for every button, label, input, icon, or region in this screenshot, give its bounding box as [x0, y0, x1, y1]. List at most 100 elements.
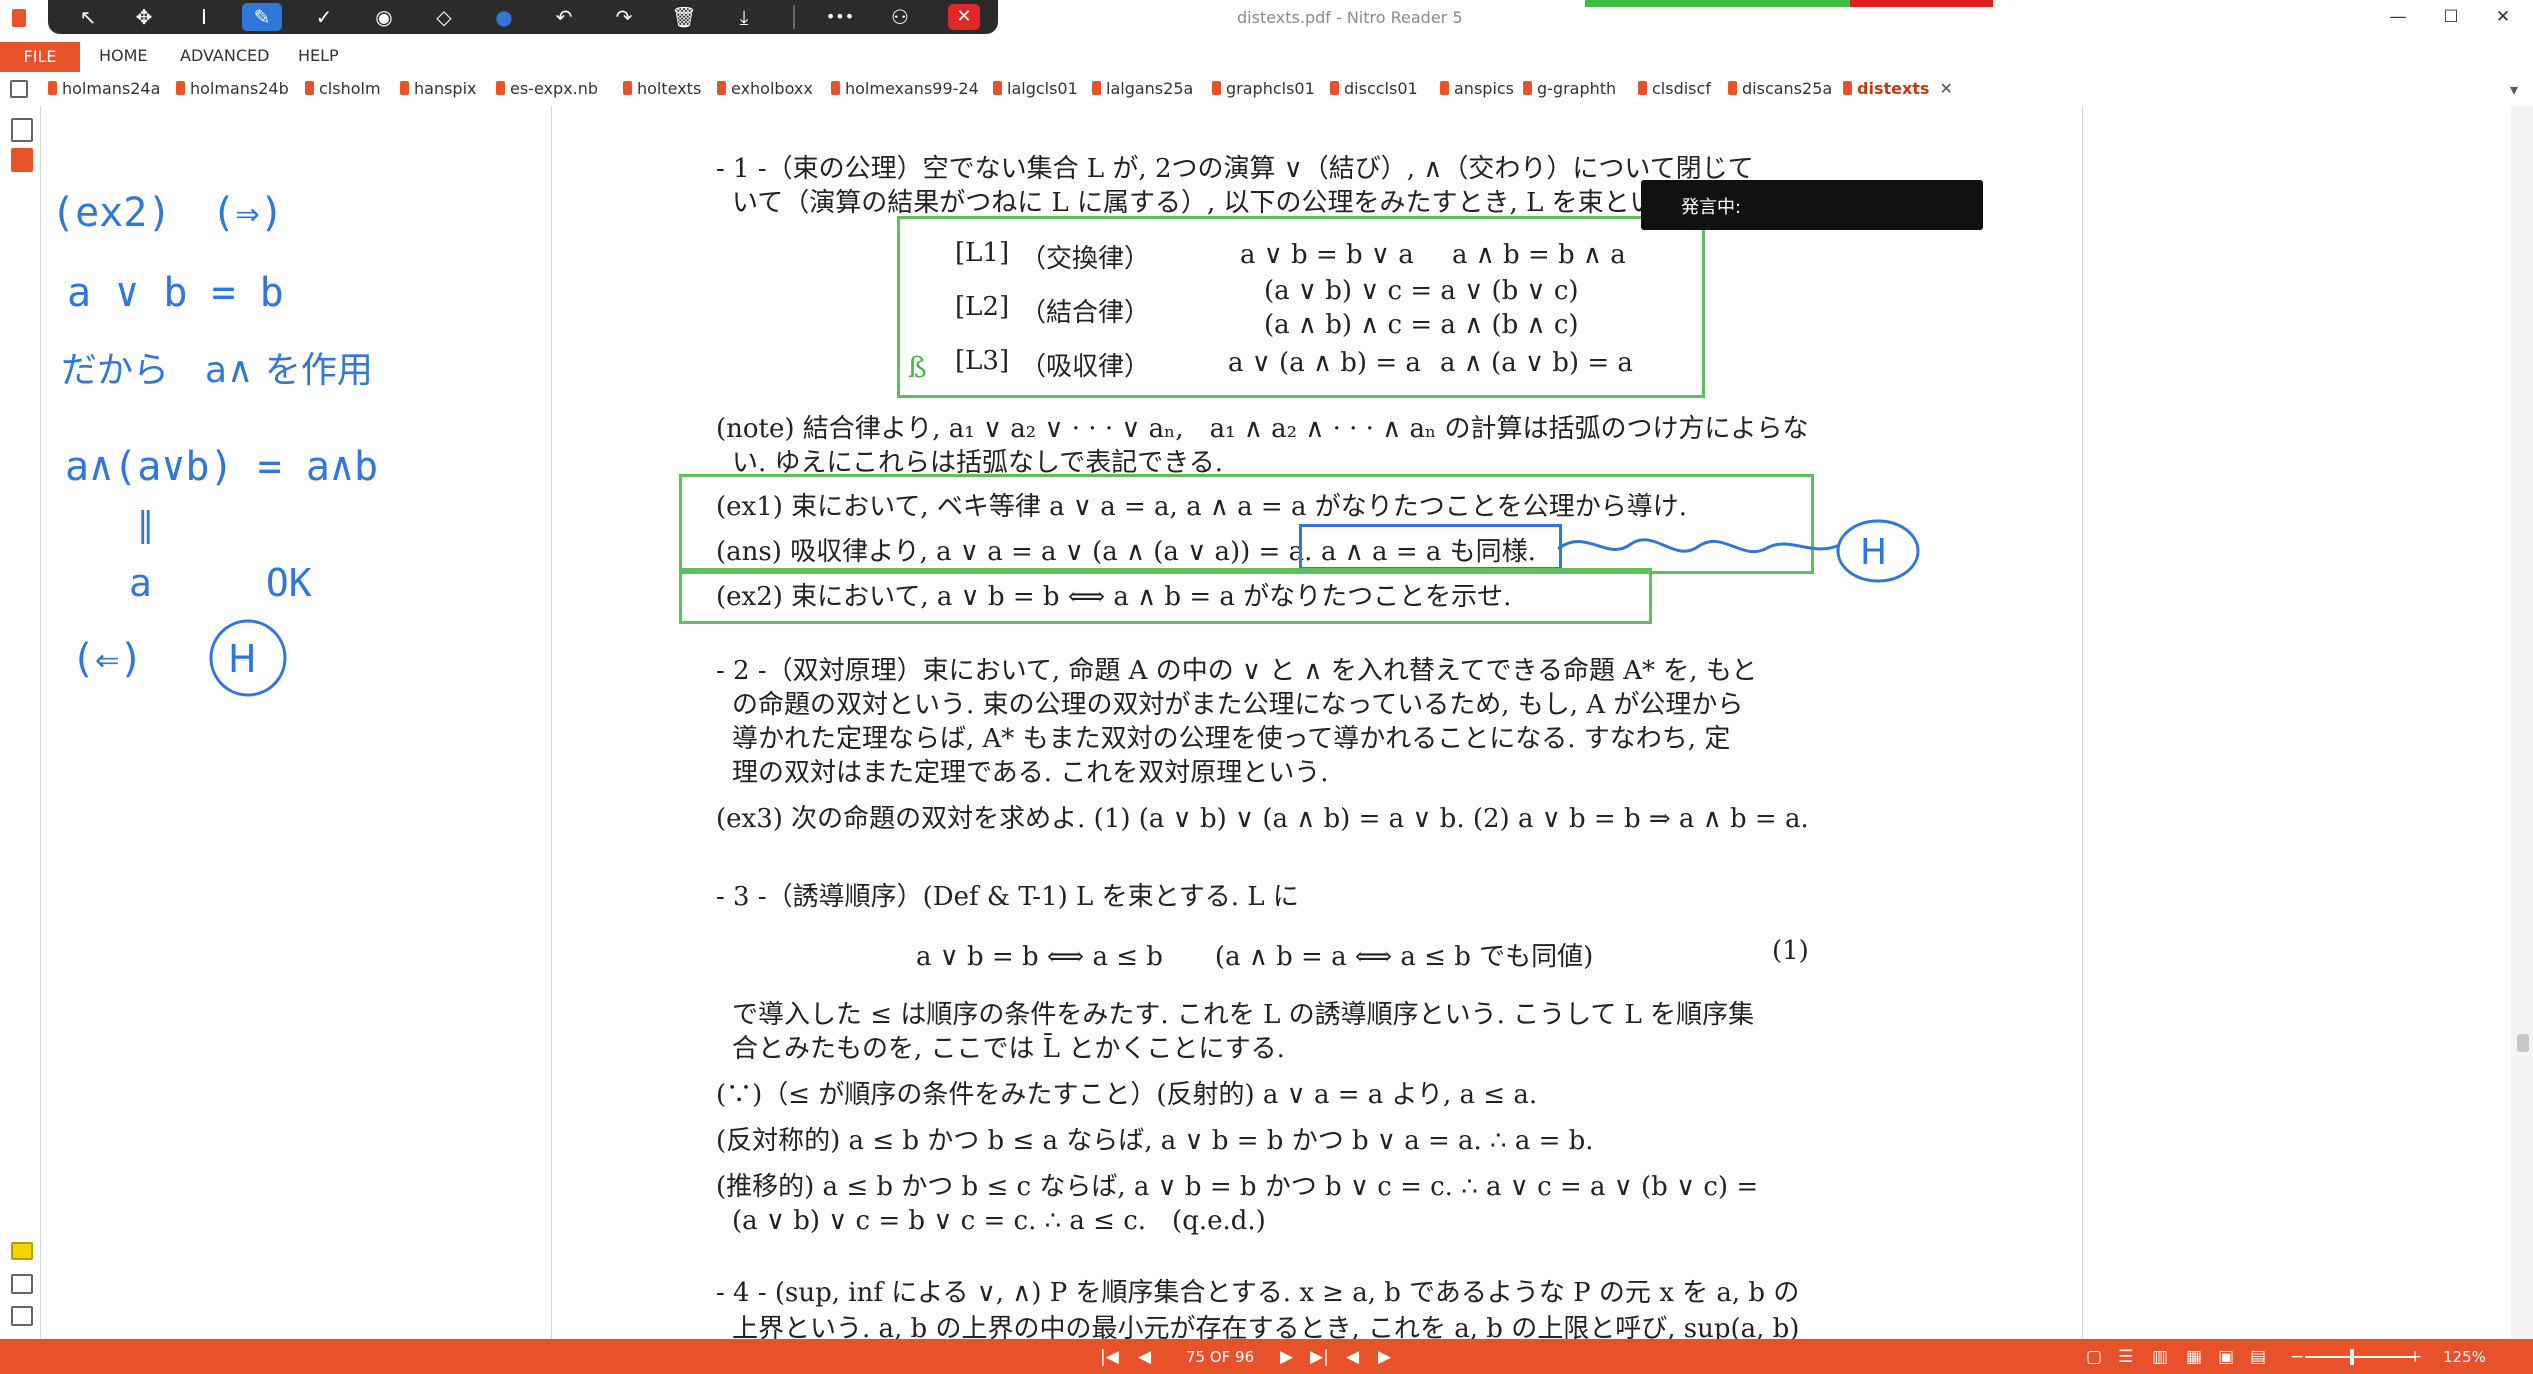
doc-tab-label: clsdiscf: [1652, 79, 1711, 98]
check-icon[interactable]: ✓: [304, 3, 344, 31]
single-page-view-icon[interactable]: ▢: [2086, 1347, 2102, 1367]
close-toolbar-button[interactable]: ✕: [948, 4, 980, 30]
section1-line2: いて（演算の結果がつねに L に属する）, 以下の公理をみたすとき, L を束と…: [732, 188, 1690, 218]
first-page-icon[interactable]: |◀: [1100, 1347, 1119, 1367]
menu-home[interactable]: HOME: [99, 46, 148, 65]
document-canvas[interactable]: (ex2) (⇒) a ∨ b = b だから a∧ を作用 a∧(a∨b) =…: [41, 106, 2511, 1344]
zoom-slider[interactable]: [2305, 1356, 2415, 1358]
facing-view-icon[interactable]: ▥: [2152, 1347, 2168, 1367]
text-cursor-icon[interactable]: I: [184, 3, 224, 31]
attachments-icon[interactable]: [11, 1274, 33, 1294]
doc-tab[interactable]: anspics: [1440, 79, 1514, 103]
pen-icon[interactable]: ✎: [242, 3, 282, 31]
page-indicator[interactable]: 75 OF 96: [1186, 1348, 1254, 1366]
last-page-icon[interactable]: ▶|: [1310, 1347, 1329, 1367]
select-arrow-icon[interactable]: ↖: [68, 3, 108, 31]
doc-tab-active[interactable]: distexts ✕: [1843, 79, 1953, 103]
pdf-file-icon: [1523, 81, 1532, 95]
back-view-icon[interactable]: ◀: [1346, 1347, 1359, 1367]
section3-line1: - 3 -（誘導順序）(Def & T-1) L を束とする. L に: [716, 882, 1299, 912]
tab-overflow-icon[interactable]: ▾: [2510, 80, 2518, 99]
doc-tab-label: disccls01: [1344, 79, 1418, 98]
trash-icon[interactable]: 🗑: [664, 3, 704, 31]
continuous-view-icon[interactable]: ☰: [2118, 1347, 2133, 1367]
zoom-in-icon[interactable]: +: [2408, 1347, 2422, 1367]
doc-tab-label: lalgcls01: [1007, 79, 1078, 98]
zoom-level[interactable]: 125%: [2443, 1348, 2486, 1366]
pdf-file-icon: [1092, 81, 1101, 95]
ex3-line: (ex3) 次の命題の双対を求めよ. (1) (a ∨ b) ∨ (a ∧ b)…: [716, 804, 1809, 834]
doc-tab[interactable]: holtexts: [623, 79, 701, 103]
minimize-button[interactable]: —: [2383, 4, 2413, 30]
fit-width-icon[interactable]: ▤: [2250, 1347, 2266, 1367]
axiom-l2-formula2: (a ∧ b) ∧ c = a ∧ (b ∧ c): [1264, 310, 1579, 340]
annotation-h-label: H: [1860, 532, 1887, 573]
pdf-file-icon: [993, 81, 1002, 95]
doc-tab[interactable]: holmans24b: [176, 79, 289, 103]
section3-line6: (推移的) a ≤ b かつ b ≤ c ならば, a ∨ b = b かつ b…: [716, 1172, 1759, 1202]
doc-tab[interactable]: g-graphth: [1523, 79, 1616, 103]
pan-icon[interactable]: ✥: [124, 3, 164, 31]
doc-tab[interactable]: clsholm: [305, 79, 381, 103]
bookmarks-icon[interactable]: [11, 148, 33, 172]
window-title: distexts.pdf - Nitro Reader 5: [1237, 8, 1463, 27]
doc-tab-label: clsholm: [319, 79, 381, 98]
vertical-scrollbar[interactable]: [2511, 106, 2533, 1339]
more-icon[interactable]: •••: [820, 3, 860, 31]
handwritten-line: だから a∧ を作用: [61, 350, 373, 391]
layers-icon[interactable]: [11, 1306, 33, 1326]
speech-indicator-label: 発言中:: [1681, 197, 1742, 218]
download-icon[interactable]: ⤓: [724, 3, 764, 31]
maximize-button[interactable]: ☐: [2436, 4, 2466, 30]
menu-file[interactable]: FILE: [0, 42, 80, 72]
menu-advanced[interactable]: ADVANCED: [180, 46, 269, 65]
color-dot-icon[interactable]: ●: [484, 3, 524, 31]
doc-tab[interactable]: disccls01: [1330, 79, 1418, 103]
doc-tab[interactable]: holmans24a: [48, 79, 160, 103]
fit-page-icon[interactable]: ▣: [2218, 1347, 2234, 1367]
pages-icon[interactable]: [11, 118, 33, 142]
tab-close-icon[interactable]: ✕: [1939, 79, 1952, 98]
ans1-boxed-text: a ∧ a = a も同様.: [1321, 537, 1536, 567]
comments-icon[interactable]: [11, 1242, 33, 1260]
doc-tab-label: lalgans25a: [1106, 79, 1194, 98]
zoom-out-icon[interactable]: −: [2290, 1347, 2304, 1367]
scrollbar-thumb[interactable]: [2517, 1034, 2529, 1052]
undo-icon[interactable]: ↶: [544, 3, 584, 31]
eraser-icon[interactable]: ◇: [424, 3, 464, 31]
doc-tab[interactable]: hanspix: [400, 79, 477, 103]
doc-tab[interactable]: es-expx.nb: [496, 79, 598, 103]
section3-line4: (∵)（≤ が順序の条件をみたすこと）(反射的) a ∨ a = a より, a…: [716, 1080, 1538, 1110]
doc-tab-label: holmexans99-24: [845, 79, 979, 98]
nitro-logo-icon: [12, 9, 26, 27]
pdf-file-icon: [831, 81, 840, 95]
doc-tab[interactable]: discans25a: [1728, 79, 1832, 103]
section3-equation: a ∨ b = b ⟺ a ≤ b (a ∧ b = a ⟺ a ≤ b でも同…: [916, 942, 1594, 972]
prev-page-icon[interactable]: ◀: [1138, 1347, 1151, 1367]
zoom-slider-knob[interactable]: [2350, 1349, 2354, 1365]
facing-continuous-view-icon[interactable]: ▦: [2186, 1347, 2202, 1367]
doc-tab-label: holmans24a: [62, 79, 161, 98]
page-thumbnails-icon[interactable]: [10, 80, 28, 98]
axiom-l2-name: （結合律）: [1020, 298, 1151, 328]
pdf-file-icon: [1638, 81, 1647, 95]
axiom-l1-formula1: a ∨ b = b ∨ a: [1240, 240, 1414, 270]
doc-tab[interactable]: lalgans25a: [1092, 79, 1193, 103]
menu-help[interactable]: HELP: [298, 46, 339, 65]
doc-tab[interactable]: clsdiscf: [1638, 79, 1711, 103]
share-user-icon[interactable]: ⚇: [880, 3, 920, 31]
forward-view-icon[interactable]: ▶: [1378, 1347, 1391, 1367]
redo-icon[interactable]: ↷: [604, 3, 644, 31]
close-window-button[interactable]: ✕: [2488, 4, 2518, 30]
doc-tab[interactable]: graphcls01: [1212, 79, 1315, 103]
section1-line1: - 1 -（束の公理）空でない集合 L が, 2つの演算 ∨（結び）, ∧（交わ…: [716, 154, 1754, 184]
stamp-icon[interactable]: ◉: [364, 3, 404, 31]
toolbar-divider: [793, 5, 795, 29]
pdf-file-icon: [305, 81, 314, 95]
doc-tab[interactable]: holmexans99-24: [831, 79, 979, 103]
doc-tab[interactable]: exholboxx: [717, 79, 813, 103]
doc-tab[interactable]: lalgcls01: [993, 79, 1078, 103]
section2-line3: 導かれた定理ならば, A* もまた双対の公理を使って導かれることになる. すなわ…: [732, 724, 1731, 754]
next-page-icon[interactable]: ▶: [1280, 1347, 1293, 1367]
document-tab-bar: holmans24a holmans24b clsholm hanspix es…: [0, 74, 2533, 107]
